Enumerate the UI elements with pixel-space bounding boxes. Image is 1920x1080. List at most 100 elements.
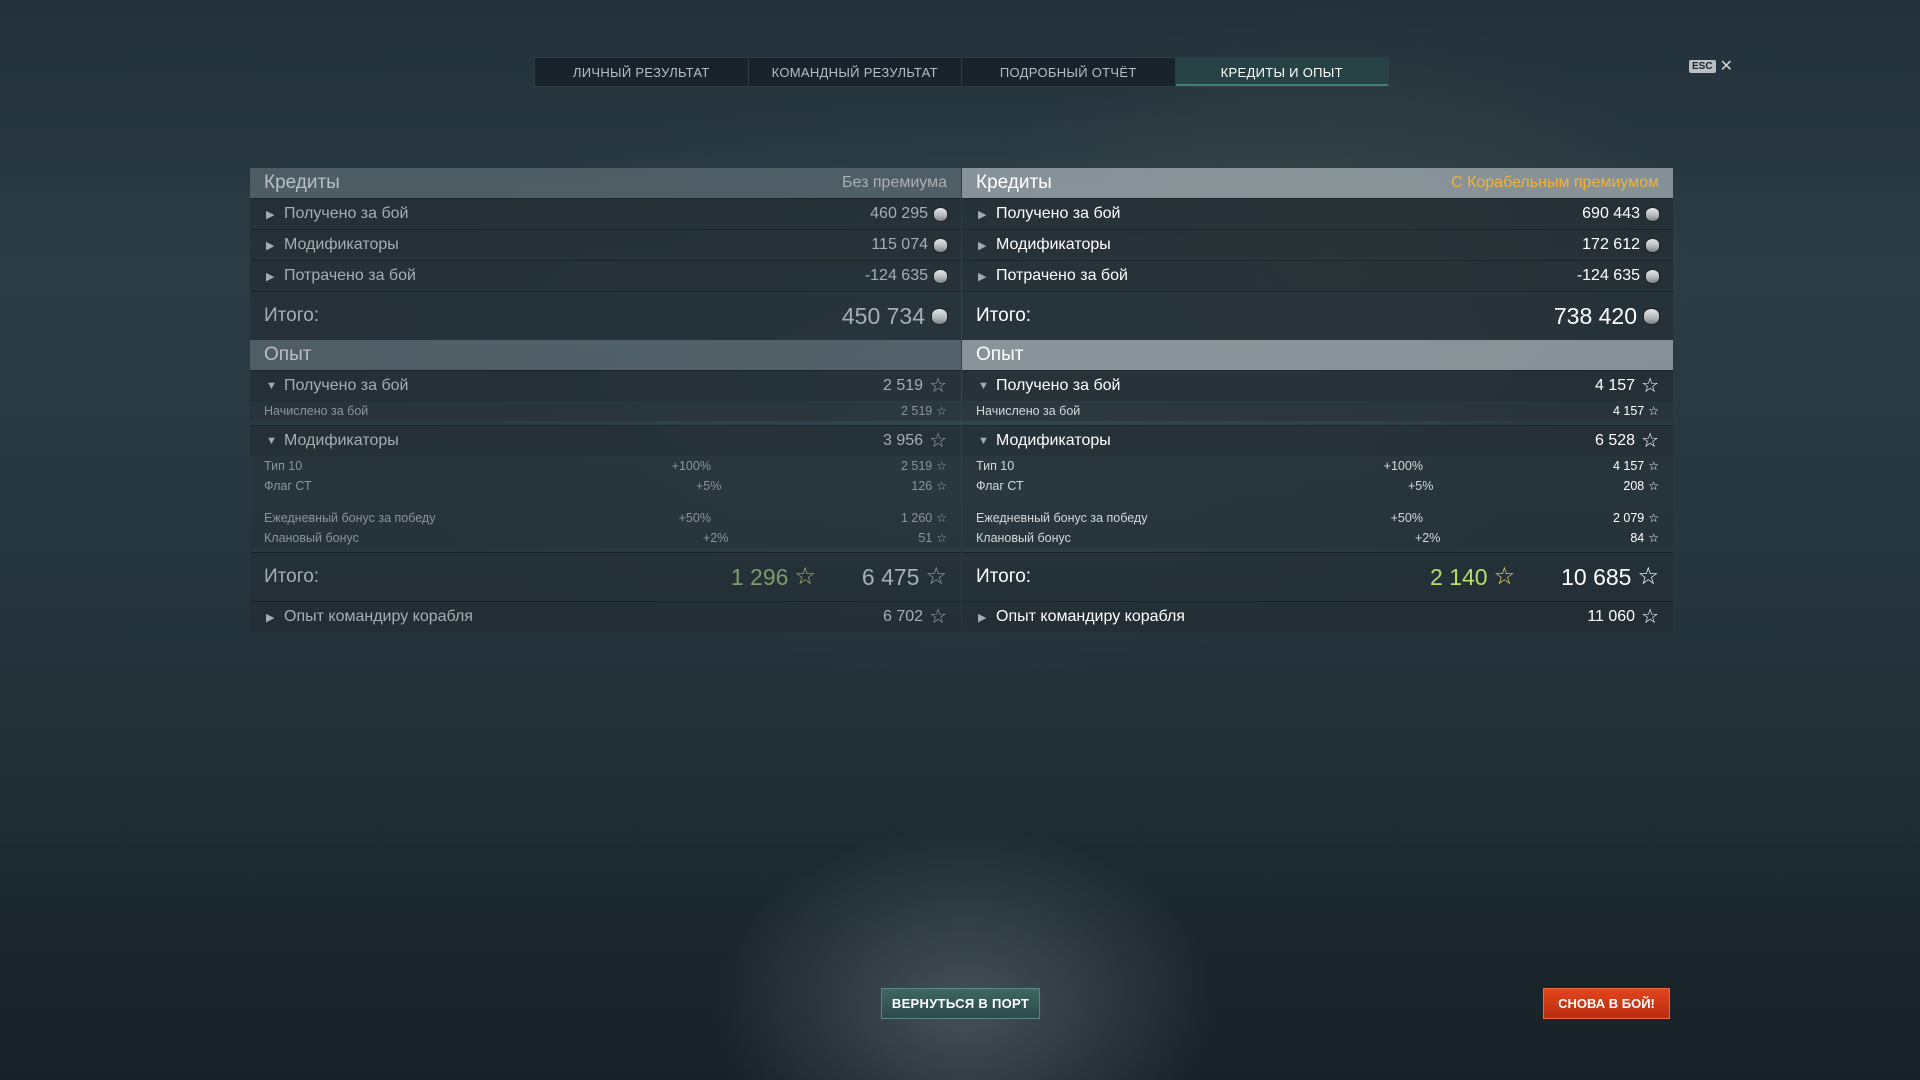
- detail-label: Тип 10: [976, 459, 1015, 473]
- xp-star-icon: ☆: [936, 479, 947, 493]
- row-value: 6 528: [1595, 432, 1636, 449]
- tab-detailed-report[interactable]: ПОДРОБНЫЙ ОТЧЁТ: [962, 58, 1176, 86]
- row-label: Модификаторы: [996, 236, 1111, 253]
- modifier-detail: Ежедневный бонус за победу +50% 2 079 ☆: [962, 508, 1673, 528]
- chevron-right-icon[interactable]: ▶: [266, 239, 280, 252]
- row-value: 115 074: [871, 236, 928, 253]
- credits-coin-icon: [1646, 269, 1659, 283]
- modifier-detail: Клановый бонус +2% 51 ☆: [250, 528, 961, 548]
- xp-row-earned[interactable]: ▼ Получено за бой 4 157 ☆: [962, 370, 1673, 401]
- credits-subtitle: С Корабельным премиумом: [1451, 174, 1659, 191]
- credits-row-spent[interactable]: ▶ Потрачено за бой -124 635: [250, 260, 961, 291]
- panel-with-premium: Кредиты С Корабельным премиумом ▶ Получен…: [962, 168, 1673, 632]
- row-label: Потрачено за бой: [284, 267, 416, 284]
- modifier-detail: Тип 10 +100% 4 157 ☆: [962, 456, 1673, 476]
- total-value: 450 734: [841, 302, 925, 329]
- detail-value: 2 519: [900, 404, 933, 418]
- divider: [962, 496, 1673, 508]
- xp-star-icon: ☆: [1641, 606, 1659, 628]
- close-icon[interactable]: ✕: [1720, 58, 1733, 74]
- row-value: 690 443: [1582, 205, 1640, 222]
- detail-value: 208: [1623, 479, 1645, 493]
- panel-no-premium: Кредиты Без премиума ▶ Получено за бой 46…: [250, 168, 961, 632]
- credits-coin-icon: [1644, 308, 1659, 324]
- chevron-right-icon[interactable]: ▶: [978, 270, 992, 283]
- detail-percent: +100%: [1383, 459, 1423, 473]
- free-xp-value: 2 140: [1430, 563, 1488, 590]
- detail-percent: +100%: [671, 459, 711, 473]
- total-label: Итого:: [976, 305, 1032, 326]
- chevron-right-icon[interactable]: ▶: [266, 270, 280, 283]
- credits-header: Кредиты Без премиума: [250, 168, 961, 198]
- row-label: Получено за бой: [996, 205, 1121, 222]
- xp-header: Опыт: [250, 340, 961, 370]
- chevron-down-icon[interactable]: ▼: [266, 435, 280, 447]
- detail-label: Ежедневный бонус за победу: [976, 511, 1148, 525]
- chevron-right-icon[interactable]: ▶: [978, 208, 992, 221]
- free-xp-total: 1 296 ☆: [731, 564, 816, 591]
- credits-coin-icon: [934, 238, 947, 252]
- chevron-right-icon[interactable]: ▶: [978, 611, 992, 624]
- detail-value: 51: [918, 531, 933, 545]
- detail-label: Флаг СТ: [264, 479, 312, 493]
- battle-again-button[interactable]: СНОВА В БОЙ!: [1543, 988, 1670, 1019]
- chevron-down-icon[interactable]: ▼: [978, 435, 992, 447]
- modifier-detail: Флаг СТ +5% 208 ☆: [962, 476, 1673, 496]
- chevron-down-icon[interactable]: ▼: [978, 380, 992, 392]
- detail-value: 126: [911, 479, 933, 493]
- xp-row-modifiers[interactable]: ▼ Модификаторы 6 528 ☆: [962, 425, 1673, 456]
- tab-personal-result[interactable]: ЛИЧНЫЙ РЕЗУЛЬТАТ: [535, 58, 749, 86]
- detail-value: 2 519: [900, 459, 933, 473]
- xp-star-icon: ☆: [1648, 404, 1659, 418]
- tab-credits-and-xp[interactable]: КРЕДИТЫ И ОПЫТ: [1175, 58, 1388, 86]
- close-button[interactable]: ESC ✕: [1689, 58, 1733, 74]
- detail-label: Начислено за бой: [264, 404, 369, 418]
- row-label: Получено за бой: [284, 205, 409, 222]
- xp-star-icon: ☆: [936, 531, 947, 545]
- credits-title: Кредиты: [264, 172, 340, 193]
- detail-label: Клановый бонус: [264, 531, 359, 545]
- return-to-port-button[interactable]: ВЕРНУТЬСЯ В ПОРТ: [881, 988, 1040, 1019]
- xp-header: Опыт: [962, 340, 1673, 370]
- tab-team-result[interactable]: КОМАНДНЫЙ РЕЗУЛЬТАТ: [749, 58, 962, 86]
- credits-total: Итого: 450 734: [250, 291, 961, 340]
- credits-row-modifiers[interactable]: ▶ Модификаторы 172 612: [962, 229, 1673, 260]
- credits-row-earned[interactable]: ▶ Получено за бой 460 295: [250, 198, 961, 229]
- chevron-right-icon[interactable]: ▶: [266, 611, 280, 624]
- credits-subtitle: Без премиума: [842, 174, 947, 191]
- commander-xp-row[interactable]: ▶ Опыт командиру корабля 6 702 ☆: [250, 601, 961, 632]
- row-label: Потрачено за бой: [996, 267, 1128, 284]
- credits-row-spent[interactable]: ▶ Потрачено за бой -124 635: [962, 260, 1673, 291]
- detail-percent: +2%: [702, 531, 729, 545]
- esc-key-hint: ESC: [1689, 60, 1716, 73]
- xp-star-icon: ☆: [1648, 531, 1659, 545]
- detail-label: Ежедневный бонус за победу: [264, 511, 436, 525]
- detail-label: Тип 10: [264, 459, 303, 473]
- row-label: Модификаторы: [996, 432, 1111, 449]
- row-label: Опыт командиру корабля: [996, 608, 1185, 625]
- detail-percent: +50%: [1390, 511, 1423, 525]
- row-value: -124 635: [864, 267, 928, 284]
- detail-percent: +5%: [1408, 479, 1434, 493]
- credits-title: Кредиты: [976, 172, 1052, 193]
- xp-star-icon: ☆: [1648, 479, 1659, 493]
- chevron-right-icon[interactable]: ▶: [266, 208, 280, 221]
- detail-value: 1 260: [900, 511, 933, 525]
- detail-percent: +50%: [678, 511, 711, 525]
- credits-row-earned[interactable]: ▶ Получено за бой 690 443: [962, 198, 1673, 229]
- row-label: Опыт командиру корабля: [284, 608, 473, 625]
- free-xp-value: 1 296: [730, 563, 789, 590]
- row-value: 6 702: [883, 608, 924, 625]
- xp-row-earned[interactable]: ▼ Получено за бой 2 519 ☆: [250, 370, 961, 401]
- row-label: Модификаторы: [284, 236, 399, 253]
- detail-percent: +2%: [1414, 531, 1441, 545]
- xp-star-icon: ☆: [929, 375, 947, 397]
- chevron-down-icon[interactable]: ▼: [266, 380, 280, 392]
- detail-value: 84: [1630, 531, 1645, 545]
- credits-row-modifiers[interactable]: ▶ Модификаторы 115 074: [250, 229, 961, 260]
- chevron-right-icon[interactable]: ▶: [978, 239, 992, 252]
- commander-xp-row[interactable]: ▶ Опыт командиру корабля 11 060 ☆: [962, 601, 1673, 632]
- xp-row-modifiers[interactable]: ▼ Модификаторы 3 956 ☆: [250, 425, 961, 456]
- xp-star-icon: ☆: [1641, 430, 1659, 452]
- total-value: 738 420: [1553, 302, 1637, 329]
